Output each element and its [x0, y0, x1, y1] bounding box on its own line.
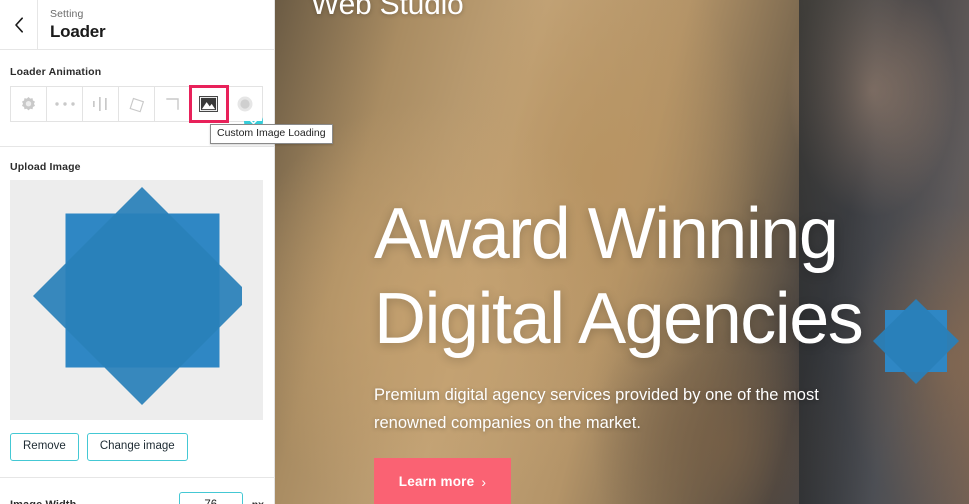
chevron-left-icon	[14, 16, 23, 33]
loader-settings-screen: Setting Loader Loader Animation Upload I…	[0, 0, 969, 504]
circle-loader-icon	[237, 96, 252, 112]
hero-heading-line2: Digital Agencies	[374, 279, 864, 359]
chevron-right-icon: ›	[481, 473, 487, 490]
settings-sidebar: Setting Loader Loader Animation Upload I…	[0, 0, 333, 504]
hero-heading-line1: Award Winning	[374, 194, 839, 274]
change-image-button[interactable]: Change image	[86, 433, 188, 461]
image-width-input[interactable]	[178, 492, 243, 504]
loader-option-custom-image[interactable]	[189, 85, 229, 123]
header-titles: Setting Loader	[38, 7, 106, 42]
image-preview[interactable]	[10, 180, 263, 420]
loader-option-gear[interactable]	[11, 87, 47, 121]
image-actions: Remove Change image	[10, 420, 264, 461]
loader-animation-section: Loader Animation Upload Image Remove Cha…	[0, 50, 275, 504]
loader-option-circle[interactable]	[227, 87, 262, 121]
remove-image-button[interactable]: Remove	[10, 433, 79, 461]
panel-kicker: Setting	[50, 7, 84, 20]
loader-option-rotating-square[interactable]	[119, 87, 155, 121]
loader-option-tooltip: Custom Image Loading	[210, 124, 333, 144]
image-width-label: Image Width	[10, 499, 179, 504]
eight-point-star-loader	[873, 299, 959, 384]
hero-heading: Award Winning Digital Agencies	[374, 192, 864, 362]
back-button[interactable]	[0, 0, 38, 49]
custom-image-loader-icon	[199, 96, 218, 112]
learn-more-label: Learn more	[398, 474, 475, 489]
eight-point-star-image	[33, 187, 242, 405]
site-brand[interactable]: Web Studio	[311, 0, 464, 22]
loader-option-corner[interactable]	[155, 87, 191, 121]
rotating-square-loader-icon	[129, 97, 145, 112]
site-preview[interactable]: Web Studio Award Winning Digital Agencie…	[275, 0, 969, 504]
page-title: Loader	[50, 21, 106, 41]
panel-header: Setting Loader	[0, 0, 274, 50]
hero-subtitle: Premium digital agency services provided…	[374, 386, 819, 432]
image-width-row: Image Width px	[10, 478, 264, 504]
upload-image-label: Upload Image	[10, 161, 81, 173]
loader-option-dots[interactable]	[47, 87, 83, 121]
dots-loader-icon	[54, 102, 75, 106]
loader-animation-options	[10, 85, 263, 123]
image-width-unit: px	[252, 499, 264, 504]
bars-loader-icon	[92, 97, 107, 111]
corner-loader-icon	[165, 98, 179, 110]
gear-loader-icon	[22, 96, 35, 110]
learn-more-button[interactable]: Learn more ›	[374, 458, 511, 504]
loader-animation-label: Loader Animation	[10, 66, 102, 78]
loader-option-bars[interactable]	[83, 87, 119, 121]
